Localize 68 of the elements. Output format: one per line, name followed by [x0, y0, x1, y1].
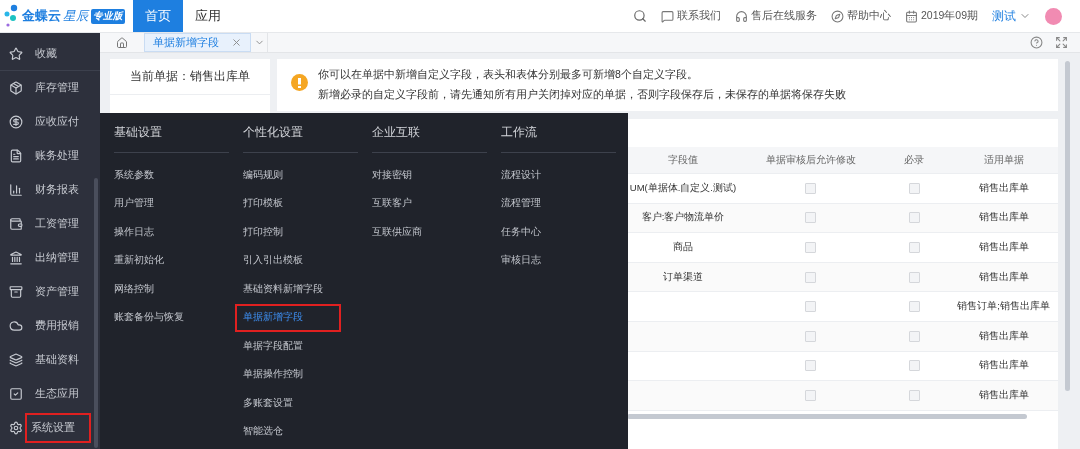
table-cell: 客户:客户物流单价 [641, 211, 725, 225]
header-link[interactable]: 售后在线服务 [734, 9, 817, 23]
page-tab[interactable]: 单据新增字段 [144, 33, 251, 52]
edition-badge: 专业版 [91, 8, 125, 24]
table-cell: 销售出库单 [978, 388, 1029, 402]
table-cell: 销售出库单 [978, 181, 1029, 195]
sidebar-item[interactable]: 账务处理 [0, 139, 100, 173]
menu-item[interactable]: 单据字段配置 [235, 332, 311, 361]
sidebar-item[interactable]: 收藏 [0, 37, 100, 71]
menu-item[interactable]: 系统参数 [106, 161, 162, 190]
menu-item[interactable]: 审核日志 [493, 246, 549, 275]
header-link[interactable]: 帮助中心 [830, 9, 891, 23]
top-tab[interactable]: 首页 [133, 0, 183, 32]
menu-item[interactable]: 对接密钥 [364, 161, 420, 190]
menu-heading: 基础设置 [114, 123, 229, 153]
table-cell: 销售出库单 [978, 329, 1029, 343]
column-header: 适用单据 [982, 152, 1025, 167]
sidebar-item[interactable]: 库存管理 [0, 71, 100, 105]
header-link[interactable]: 联系我们 [660, 9, 721, 23]
table-cell: 销售出库单 [978, 211, 1029, 225]
logo-name: 金蝶云 [22, 7, 61, 25]
sidebar-item[interactable]: 资产管理 [0, 275, 100, 309]
notice-text: 你可以在单据中新增自定义字段，表头和表体分别最多可新增8个自定义字段。 [318, 68, 699, 82]
table-cell: 商品 [673, 241, 693, 254]
menu-item[interactable]: 用户管理 [106, 189, 162, 218]
column-header: 单据审核后允许修改 [764, 152, 857, 167]
menu-item[interactable]: 账套备份与恢复 [106, 303, 192, 332]
sidebar-item[interactable]: 生态应用 [0, 377, 100, 411]
sidebar-item[interactable]: 工资管理 [0, 207, 100, 241]
menu-item[interactable]: 单据操作控制 [235, 360, 311, 389]
top-tab[interactable]: 应用 [183, 0, 233, 32]
menu-item[interactable]: 引入引出模板 [235, 246, 311, 275]
menu-item[interactable]: 操作日志 [106, 218, 162, 247]
notice-text: 新增必录的自定义字段前，请先通知所有用户关闭掉对应的单据，否则字段保存后，未保存的单据将保存失败 [318, 88, 846, 102]
menu-heading: 个性化设置 [243, 123, 358, 153]
table-cell: UM(单据体.自定义.测试) [629, 181, 737, 195]
header-link[interactable]: 2019年09期 [904, 9, 978, 23]
sidebar-item[interactable]: 基础资料 [0, 343, 100, 377]
menu-item[interactable]: 流程管理 [493, 189, 549, 218]
menu-item[interactable]: 重新初始化 [106, 246, 172, 275]
menu-item[interactable]: 打印模板 [235, 189, 291, 218]
menu-item[interactable]: 智能选仓 [235, 417, 291, 446]
table-cell: 销售出库单 [978, 359, 1029, 373]
menu-item[interactable]: 流程设计 [493, 161, 549, 190]
logo-product: 星辰 [63, 7, 89, 25]
menu-item[interactable]: 编码规则 [235, 161, 291, 190]
menu-item[interactable]: 任务中心 [493, 218, 549, 247]
menu-item[interactable]: 互联供应商 [364, 218, 430, 247]
user-menu[interactable]: 测试 [992, 7, 1031, 25]
sidebar-item[interactable]: 出纳管理 [0, 241, 100, 275]
sidebar-item[interactable]: 应收应付 [0, 105, 100, 139]
menu-item[interactable]: 多账套设置 [235, 389, 301, 418]
table-cell: 订单渠道 [663, 270, 703, 284]
sidebar-item[interactable]: 费用报销 [0, 309, 100, 343]
menu-item[interactable]: 单据新增字段 [235, 303, 341, 332]
sidebar-item[interactable]: 财务报表 [0, 173, 100, 207]
menu-item[interactable]: 网络控制 [106, 275, 162, 304]
table-cell: 销售出库单 [978, 270, 1029, 284]
menu-heading: 企业互联 [372, 123, 487, 153]
menu-item[interactable]: 打印控制 [235, 218, 291, 247]
table-cell: 销售订单;销售出库单 [957, 300, 1050, 314]
table-cell: 销售出库单 [978, 241, 1029, 254]
current-document-label: 当前单据：销售出库单 [110, 59, 270, 95]
menu-item[interactable]: 互联客户 [364, 189, 420, 218]
menu-heading: 工作流 [501, 123, 616, 153]
column-header: 必录 [903, 152, 925, 167]
menu-item[interactable]: 基础资料新增字段 [235, 275, 331, 304]
column-header: 字段值 [667, 152, 699, 167]
